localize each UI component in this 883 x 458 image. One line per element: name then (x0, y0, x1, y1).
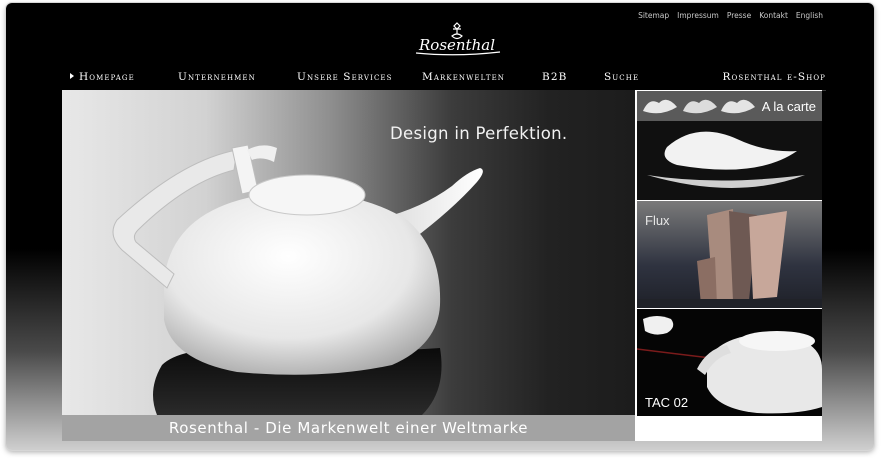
utility-link-english[interactable]: English (796, 11, 823, 20)
tile-flux[interactable]: Flux (637, 201, 822, 308)
hero-title: Design in Perfektion. (390, 124, 568, 143)
utility-link-presse[interactable]: Presse (727, 11, 751, 20)
nav-item-markenwelten[interactable]: Markenwelten (422, 71, 505, 83)
nav-item-unsere-services[interactable]: Unsere Services (297, 71, 393, 83)
utility-link-kontakt[interactable]: Kontakt (759, 11, 788, 20)
page-frame: Sitemap Impressum Presse Kontakt English… (6, 3, 874, 450)
nav-item-b2b[interactable]: B2B (542, 71, 567, 83)
utility-nav: Sitemap Impressum Presse Kontakt English (638, 11, 823, 20)
tile-label: TAC 02 (645, 395, 689, 410)
utility-link-impressum[interactable]: Impressum (677, 11, 719, 20)
main-nav: Homepage Unternehmen Unsere Services Mar… (68, 69, 826, 87)
nav-item-unternehmen[interactable]: Unternehmen (178, 71, 256, 83)
nav-item-suche[interactable]: Suche (604, 71, 639, 83)
hero-banner[interactable]: Design in Perfektion. (62, 90, 635, 415)
nav-item-homepage[interactable]: Homepage (70, 71, 135, 83)
tile-tac-02[interactable]: TAC 02 (637, 309, 822, 416)
hero-caption: Rosenthal - Die Markenwelt einer Weltmar… (62, 415, 635, 441)
sidebar: A la carte Flux TAC 02 (635, 90, 822, 441)
tile-a-la-carte[interactable]: A la carte (637, 91, 822, 200)
rosenthal-logo[interactable]: Rosenthal (408, 20, 506, 62)
tile-label: A la carte (761, 99, 816, 114)
tile-label: Flux (645, 213, 670, 228)
logo-wordmark: Rosenthal (418, 36, 495, 54)
utility-link-sitemap[interactable]: Sitemap (638, 11, 669, 20)
arrow-right-icon (70, 73, 74, 79)
nav-item-eshop[interactable]: Rosenthal e-Shop (723, 71, 827, 83)
